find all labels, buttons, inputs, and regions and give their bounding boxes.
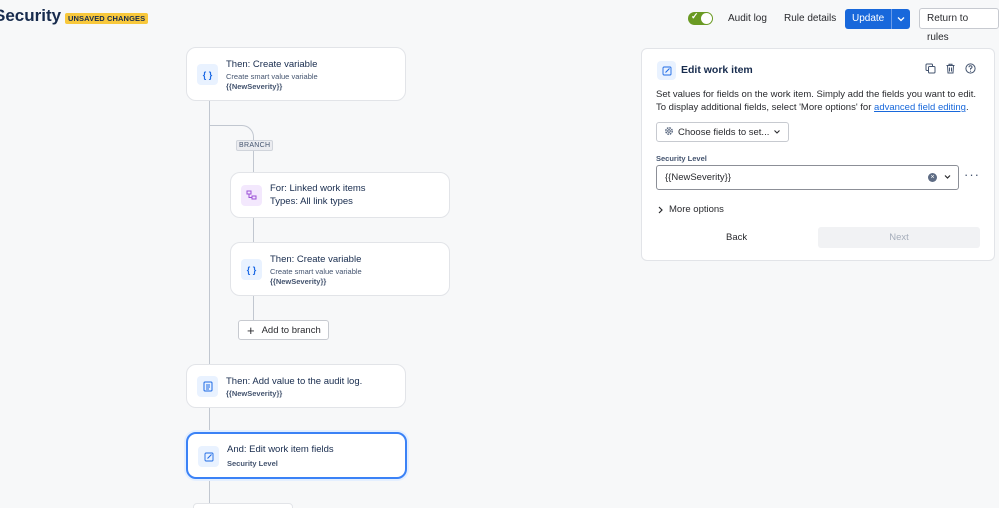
update-button[interactable]: Update (845, 9, 893, 29)
rule-enabled-toggle[interactable]: ✓ (688, 11, 713, 25)
braces-icon: { } (197, 64, 218, 85)
next-flow-card[interactable] (193, 503, 293, 508)
advanced-field-editing-link[interactable]: advanced field editing (874, 102, 966, 113)
panel-description: Set values for fields on the work item. … (656, 88, 986, 114)
flow-card-linked-items[interactable]: For: Linked work items Types: All link t… (230, 172, 450, 218)
edit-icon (657, 61, 676, 80)
gear-icon (664, 126, 674, 139)
card-value: {{NewSeverity}} (226, 82, 283, 91)
update-dropdown-button[interactable] (892, 9, 910, 29)
flow-card-create-variable[interactable]: { } Then: Create variable Create smart v… (186, 47, 406, 101)
chevron-right-icon (658, 206, 663, 213)
audit-log-button[interactable]: Audit log (723, 9, 772, 29)
card-value: {{NewSeverity}} (226, 389, 283, 398)
card-title: For: Linked work items (270, 183, 366, 194)
security-level-value: {{NewSeverity}} (665, 172, 732, 183)
flow-line-branch-2 (253, 295, 254, 320)
unsaved-badge: UNSAVED CHANGES (65, 13, 149, 24)
card-value: {{NewSeverity}} (270, 277, 327, 286)
card-value: Security Level (227, 459, 278, 468)
braces-icon: { } (241, 259, 262, 280)
check-icon: ✓ (691, 11, 699, 21)
card-title: And: Edit work item fields (227, 444, 334, 455)
flow-line-branch-1 (253, 217, 254, 243)
card-title: Then: Add value to the audit log. (226, 376, 363, 387)
card-subtitle: Create smart value variable (270, 267, 362, 276)
add-to-branch-button[interactable]: + Add to branch (238, 320, 329, 340)
toggle-knob (701, 13, 712, 24)
choose-fields-label: Choose fields to set... (678, 126, 770, 138)
log-icon (197, 376, 218, 397)
more-options-toggle[interactable]: More options (657, 204, 724, 215)
update-button-group: Update (845, 9, 911, 29)
branch-icon (241, 185, 262, 206)
panel-title: Edit work item (681, 64, 753, 76)
chevron-down-icon (774, 130, 781, 134)
security-level-select[interactable]: {{NewSeverity}} × (656, 165, 959, 190)
trash-icon[interactable] (945, 63, 956, 74)
flow-card-audit-log[interactable]: Then: Add value to the audit log. {{NewS… (186, 364, 406, 408)
chevron-down-icon (897, 17, 905, 22)
next-button[interactable]: Next (818, 227, 980, 248)
choose-fields-button[interactable]: Choose fields to set... (656, 122, 790, 142)
panel-actions (925, 63, 976, 74)
rule-details-button[interactable]: Rule details (779, 9, 841, 29)
flow-card-edit-work-item[interactable]: And: Edit work item fields Security Leve… (186, 432, 407, 479)
security-level-label: Security Level (656, 154, 707, 163)
description-end: . (965, 102, 969, 113)
edit-work-item-panel: Edit work item Set values for fields on … (641, 48, 995, 261)
return-to-rules-button[interactable]: Return to rules (919, 8, 999, 43)
card-title: Then: Create variable (270, 254, 362, 265)
branch-label: BRANCH (236, 140, 274, 151)
clear-icon[interactable]: × (928, 173, 937, 182)
page-title: Security (0, 6, 62, 25)
add-to-branch-label: Add to branch (261, 324, 321, 336)
duplicate-icon[interactable] (925, 63, 936, 74)
plus-icon: + (247, 322, 255, 338)
help-icon[interactable] (965, 63, 976, 74)
card-title: Then: Create variable (226, 59, 318, 70)
flow-line-main-2 (209, 407, 210, 433)
edit-icon (198, 446, 219, 467)
more-actions-icon[interactable]: ··· (964, 167, 980, 182)
back-button[interactable]: Back (726, 232, 747, 243)
card-subtitle: Create smart value variable (226, 72, 318, 81)
flow-card-create-variable-branch[interactable]: { } Then: Create variable Create smart v… (230, 242, 450, 296)
more-options-label: More options (669, 204, 724, 215)
chevron-down-icon[interactable] (943, 172, 952, 184)
card-subtitle: Types: All link types (270, 196, 353, 207)
